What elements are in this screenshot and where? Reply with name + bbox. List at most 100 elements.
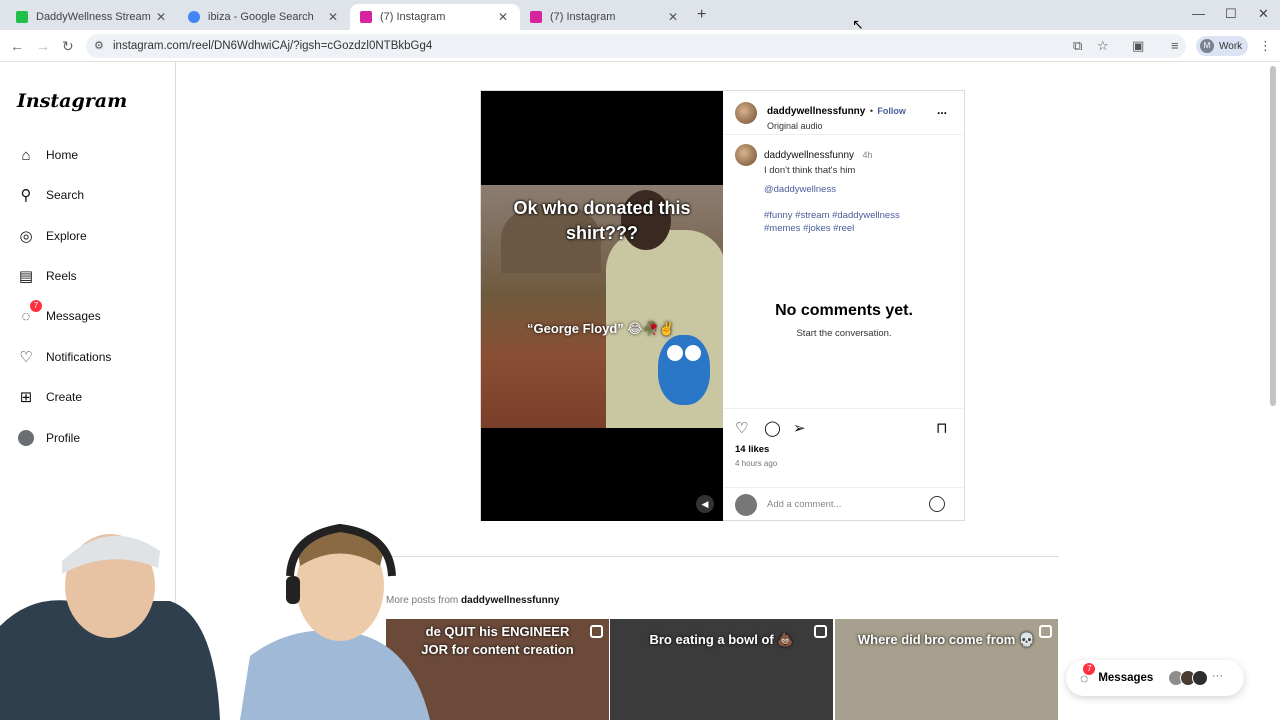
site-info-icon[interactable]: ⚙ — [94, 39, 104, 52]
likes-count[interactable]: 14 likes — [735, 444, 769, 455]
messenger-icon: ◌ 7 — [16, 300, 42, 326]
sidebar-item-create[interactable]: ⊞ Create — [16, 383, 82, 411]
extensions-icon[interactable]: ▣ — [1132, 38, 1144, 54]
sidebar-item-profile[interactable]: Profile — [16, 424, 80, 452]
new-tab-icon[interactable]: + — [697, 6, 706, 24]
caption-text: I don't think that's him — [764, 165, 856, 176]
sidebar-item-search[interactable]: ⚲ Search — [16, 181, 85, 209]
more-posts-author[interactable]: daddywellnessfunny — [461, 595, 559, 606]
minimize-window-icon[interactable]: — — [1192, 6, 1205, 21]
reload-icon[interactable]: ↻ — [62, 38, 74, 55]
share-icon[interactable]: ➢ — [793, 419, 806, 437]
hashtags-line-2[interactable]: #memes #jokes #reel — [764, 223, 854, 234]
close-tab-icon[interactable]: ✕ — [666, 10, 680, 24]
tab-title: (7) Instagram — [550, 11, 616, 23]
close-window-icon[interactable]: ✕ — [1258, 6, 1269, 22]
browser-tab-google-search[interactable]: ibiza - Google Search ✕ — [178, 4, 350, 30]
more-chats-icon: ··· — [1212, 670, 1223, 682]
recent-chats-avatars: ··· — [1168, 670, 1223, 686]
page-scrollbar[interactable] — [1270, 66, 1276, 406]
google-favicon-icon — [188, 11, 200, 23]
messages-floating-button[interactable]: ◌ 7 Messages ··· — [1066, 660, 1244, 696]
plus-square-icon: ⊞ — [19, 389, 33, 406]
address-bar[interactable]: ⚙ instagram.com/reel/DN6WdhwiCAj/?igsh=c… — [86, 34, 1186, 58]
browser-tab-daddywellness-stream[interactable]: DaddyWellness Stream - Watch ✕ — [6, 4, 178, 30]
caption-author-avatar[interactable] — [735, 144, 757, 166]
heart-icon: ♡ — [19, 349, 33, 366]
tab-title: ibiza - Google Search — [208, 11, 314, 23]
browser-menu-icon[interactable]: ⋮ — [1259, 38, 1272, 54]
thumb-caption: Bro eating a bowl of 💩 — [649, 632, 794, 647]
sidebar-item-label: Search — [46, 188, 85, 202]
comment-icon[interactable]: ◯ — [764, 419, 781, 437]
follow-button[interactable]: Follow — [877, 106, 906, 116]
comment-bar: Add a comment... — [723, 487, 965, 522]
more-post-thumb[interactable]: Where did bro come from 💀 — [835, 619, 1058, 720]
webcam-overlay-image — [0, 506, 450, 720]
sidebar-item-label: Messages — [46, 309, 101, 323]
sidebar-item-label: Home — [46, 148, 79, 162]
instagram-logo[interactable]: Instagram — [17, 90, 127, 112]
save-bookmark-icon[interactable]: ⊓ — [936, 419, 948, 437]
author-username[interactable]: daddywellnessfunny — [767, 106, 865, 117]
reels-icon: ▤ — [18, 268, 34, 285]
sidebar-item-label: Notifications — [46, 350, 112, 364]
media-control-icon[interactable]: ≡ — [1171, 38, 1179, 53]
mouse-cursor-icon: ↖ — [852, 16, 864, 32]
caption-author[interactable]: daddywellnessfunny — [764, 150, 854, 161]
browser-tab-instagram[interactable]: (7) Instagram ✕ — [520, 4, 690, 30]
bookmark-star-icon[interactable]: ☆ — [1097, 38, 1109, 54]
post-actions: ♡ ◯ ➢ ⊓ 14 likes 4 hours ago Add a comme… — [723, 408, 965, 521]
reel-indicator-icon — [590, 625, 603, 638]
kick-favicon-icon — [16, 11, 28, 23]
maximize-window-icon[interactable]: ☐ — [1225, 6, 1237, 22]
url-text: instagram.com/reel/DN6WdhwiCAj/?igsh=cGo… — [113, 40, 433, 52]
separator-dot: • — [869, 106, 873, 116]
install-app-icon[interactable]: ⧉ — [1073, 38, 1082, 54]
browser-tab-instagram-active[interactable]: (7) Instagram ✕ — [350, 4, 520, 30]
sidebar-item-messages[interactable]: ◌ 7 Messages — [16, 300, 101, 330]
no-comments-title: No comments yet. — [775, 302, 913, 319]
caption-time: 4h — [862, 150, 873, 160]
messages-badge: 7 — [30, 300, 42, 312]
author-avatar[interactable] — [735, 102, 757, 124]
like-heart-icon[interactable]: ♡ — [735, 419, 748, 437]
close-tab-icon[interactable]: ✕ — [154, 10, 168, 24]
divider — [385, 556, 1059, 557]
mention-link[interactable]: @daddywellness — [764, 184, 836, 195]
profile-label: Work — [1219, 40, 1243, 52]
reel-post: Ok who donated this shirt??? “George Flo… — [480, 90, 965, 521]
close-tab-icon[interactable]: ✕ — [496, 10, 510, 24]
posted-time: 4 hours ago — [735, 459, 778, 468]
sidebar-item-reels[interactable]: ▤ Reels — [16, 262, 77, 290]
reel-video[interactable]: Ok who donated this shirt??? “George Flo… — [481, 91, 723, 521]
search-icon: ⚲ — [20, 187, 32, 204]
sidebar-item-label: Create — [46, 390, 83, 404]
compass-icon: ◎ — [19, 228, 33, 245]
close-tab-icon[interactable]: ✕ — [326, 10, 340, 24]
sidebar-item-explore[interactable]: ◎ Explore — [16, 222, 86, 250]
tab-title: (7) Instagram — [380, 11, 446, 23]
sidebar-item-home[interactable]: ⌂ Home — [16, 141, 78, 169]
video-caption-top: Ok who donated this shirt??? — [513, 198, 691, 244]
original-audio-link[interactable]: Original audio — [767, 121, 906, 131]
hashtags-line-1[interactable]: #funny #stream #daddywellness — [764, 210, 900, 221]
mute-toggle-icon[interactable]: ◀ — [696, 495, 714, 513]
no-comments-subtitle: Start the conversation. — [796, 328, 892, 339]
emoji-picker-icon[interactable] — [929, 496, 945, 512]
post-header: daddywellnessfunny • Follow Original aud… — [723, 91, 965, 135]
back-arrow-icon[interactable]: ← — [10, 38, 24, 54]
profile-avatar-icon — [16, 428, 36, 448]
sidebar-item-label: Reels — [46, 269, 77, 283]
instagram-favicon-icon — [530, 11, 542, 23]
browser-profile-button[interactable]: M Work — [1196, 36, 1248, 56]
comment-input[interactable]: Add a comment... — [767, 499, 841, 510]
video-caption-mid: “George Floyd” 😂🥀✌️ — [527, 321, 675, 336]
instagram-favicon-icon — [360, 11, 372, 23]
reel-indicator-icon — [814, 625, 827, 638]
sidebar-item-notifications[interactable]: ♡ Notifications — [16, 343, 111, 371]
more-options-icon[interactable]: ... — [937, 103, 947, 117]
profile-avatar-icon: M — [1200, 39, 1214, 53]
forward-arrow-icon[interactable]: → — [36, 38, 50, 54]
more-post-thumb[interactable]: Bro eating a bowl of 💩 — [610, 619, 833, 720]
